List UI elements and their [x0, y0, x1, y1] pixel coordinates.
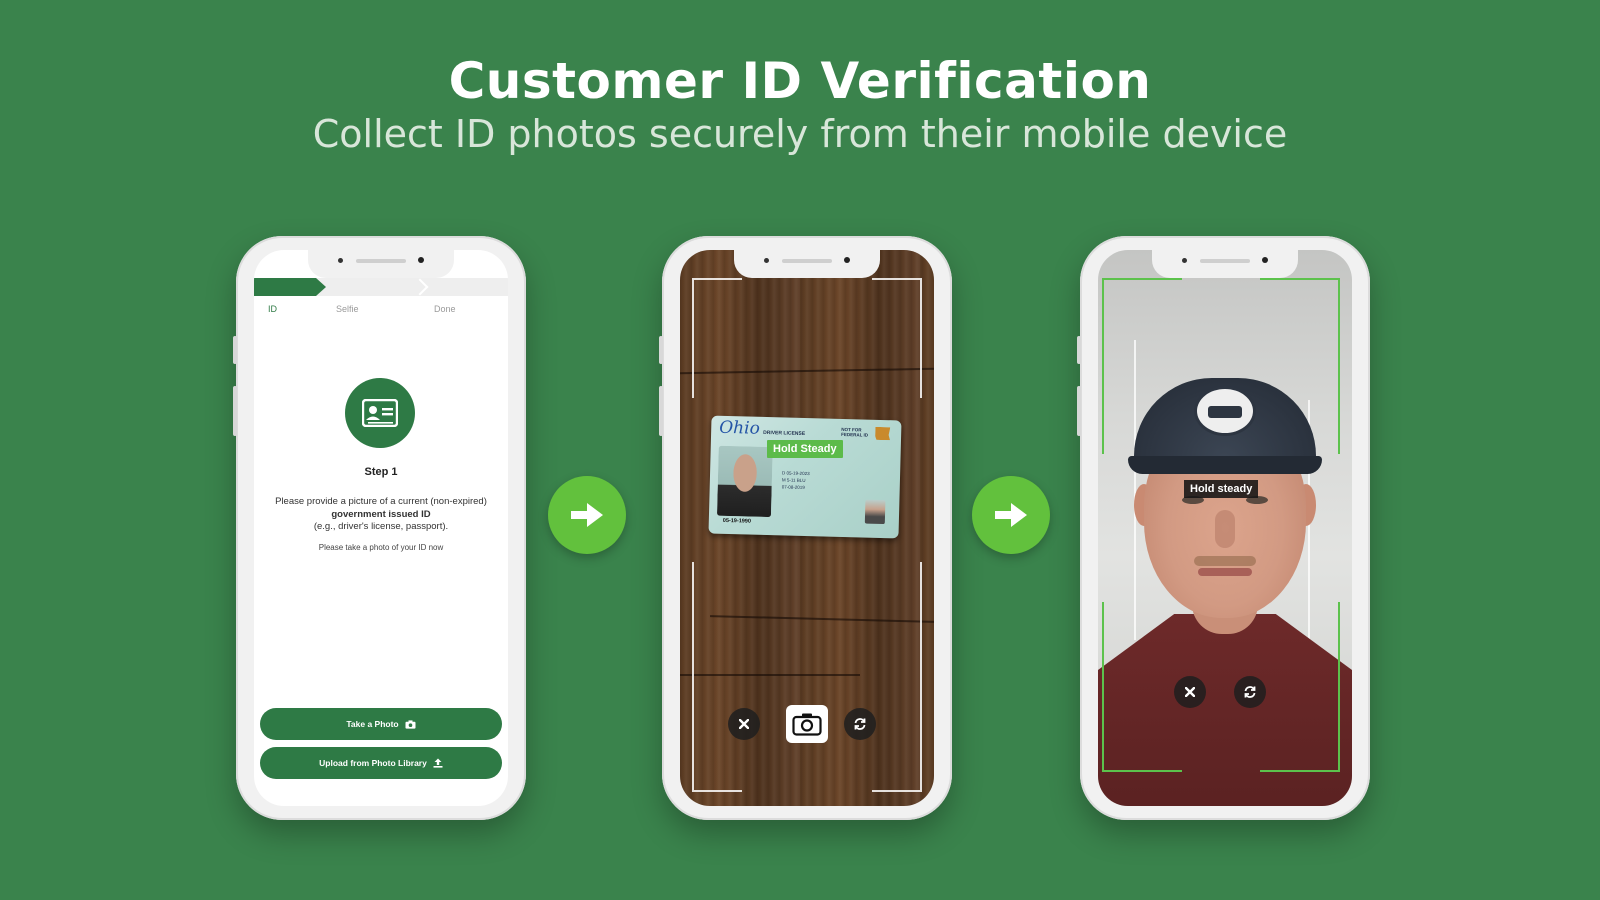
- flip-camera-button[interactable]: [1234, 676, 1266, 708]
- hold-steady-badge: Hold Steady: [767, 440, 843, 458]
- id-state-name: Ohio: [718, 417, 761, 439]
- progress-bar: [254, 278, 508, 296]
- phone-notch: [308, 250, 454, 278]
- phone-side-button: [233, 386, 237, 436]
- id-portrait: [716, 445, 773, 518]
- step-note: Please take a photo of your ID now: [318, 543, 444, 552]
- hold-steady-badge: Hold steady: [1184, 480, 1259, 498]
- scan-frame-corner: [692, 562, 742, 792]
- id-dob: 05-19-1990: [722, 517, 752, 525]
- step-desc-line1: Please provide a picture of a current (n…: [275, 496, 487, 507]
- chevron-right-icon: [411, 278, 429, 296]
- scan-frame-corner: [872, 278, 922, 398]
- flip-camera-button[interactable]: [844, 708, 876, 740]
- state-shape-icon: [875, 427, 890, 440]
- step-labels: ID Selfie Done: [254, 304, 508, 318]
- camera-icon: [405, 719, 416, 729]
- id-mini-portrait: [864, 499, 886, 525]
- phone-side-button: [659, 386, 663, 436]
- take-photo-label: Take a Photo: [346, 719, 399, 729]
- id-field-iss: 07-08-2019: [781, 484, 805, 490]
- step-label-id[interactable]: ID: [268, 304, 277, 314]
- scan-frame-corner: [692, 278, 742, 398]
- face-frame: [1102, 278, 1340, 772]
- phone-side-button: [659, 336, 663, 364]
- id-fields: D 05-19-2023 M 5-11 BLU 07-08-2019: [782, 469, 810, 491]
- face-frame-edge: [1338, 602, 1340, 772]
- face-frame-edge: [1102, 602, 1104, 772]
- face-frame-edge: [1102, 770, 1182, 772]
- upload-icon: [433, 758, 443, 768]
- step-title: Step 1: [364, 466, 398, 478]
- id-federal-note: NOT FOR FEDERAL ID: [841, 427, 868, 438]
- id-card-preview: Ohio DRIVER LICENSE NOT FOR FEDERAL ID D…: [708, 415, 902, 539]
- step-desc-line3: (e.g., driver's license, passport).: [313, 521, 449, 532]
- flip-camera-icon: [1244, 686, 1256, 698]
- step-desc-bold: government issued ID: [331, 508, 431, 520]
- camera-viewfinder: Ohio DRIVER LICENSE NOT FOR FEDERAL ID D…: [680, 250, 934, 806]
- step-description: Please provide a picture of a current (n…: [266, 496, 496, 534]
- step-label-selfie[interactable]: Selfie: [336, 304, 359, 314]
- camera-icon: [792, 713, 822, 736]
- hero-subtitle: Collect ID photos securely from their mo…: [312, 112, 1288, 156]
- camera-viewfinder: Hold steady: [1098, 250, 1352, 806]
- upload-photo-label: Upload from Photo Library: [319, 758, 427, 768]
- face-frame-edge: [1260, 770, 1340, 772]
- phone-notch: [1152, 250, 1298, 278]
- close-icon: [739, 719, 749, 729]
- id-card-icon: [345, 378, 415, 448]
- phone-screen: ID Selfie Done Step 1 Please provide a p…: [254, 250, 508, 806]
- arrow-right-icon: [972, 476, 1050, 554]
- phone-id-step: ID Selfie Done Step 1 Please provide a p…: [233, 236, 526, 820]
- scan-frame-corner: [872, 562, 922, 792]
- phone-notch: [734, 250, 880, 278]
- close-button[interactable]: [728, 708, 760, 740]
- take-photo-button[interactable]: Take a Photo: [260, 708, 502, 740]
- id-doc-type: DRIVER LICENSE: [763, 429, 806, 437]
- face-frame-edge: [1102, 278, 1182, 280]
- progress-fill: [254, 278, 326, 296]
- flip-camera-icon: [854, 718, 866, 730]
- face-frame-edge: [1260, 278, 1340, 280]
- close-icon: [1185, 687, 1195, 697]
- phone-side-button: [1077, 336, 1081, 364]
- upload-photo-button[interactable]: Upload from Photo Library: [260, 747, 502, 779]
- capture-button[interactable]: [786, 705, 828, 743]
- hero-title: Customer ID Verification: [448, 52, 1152, 110]
- close-button[interactable]: [1174, 676, 1206, 708]
- face-frame-edge: [1102, 278, 1104, 454]
- id-fed-line2: FEDERAL ID: [841, 431, 869, 438]
- arrow-right-icon: [548, 476, 626, 554]
- phone-selfie-capture: Hold steady: [1077, 236, 1370, 820]
- phone-id-capture: Ohio DRIVER LICENSE NOT FOR FEDERAL ID D…: [659, 236, 952, 820]
- phone-side-button: [1077, 386, 1081, 436]
- phone-side-button: [233, 336, 237, 364]
- face-frame-edge: [1338, 278, 1340, 454]
- step-label-done[interactable]: Done: [434, 304, 456, 314]
